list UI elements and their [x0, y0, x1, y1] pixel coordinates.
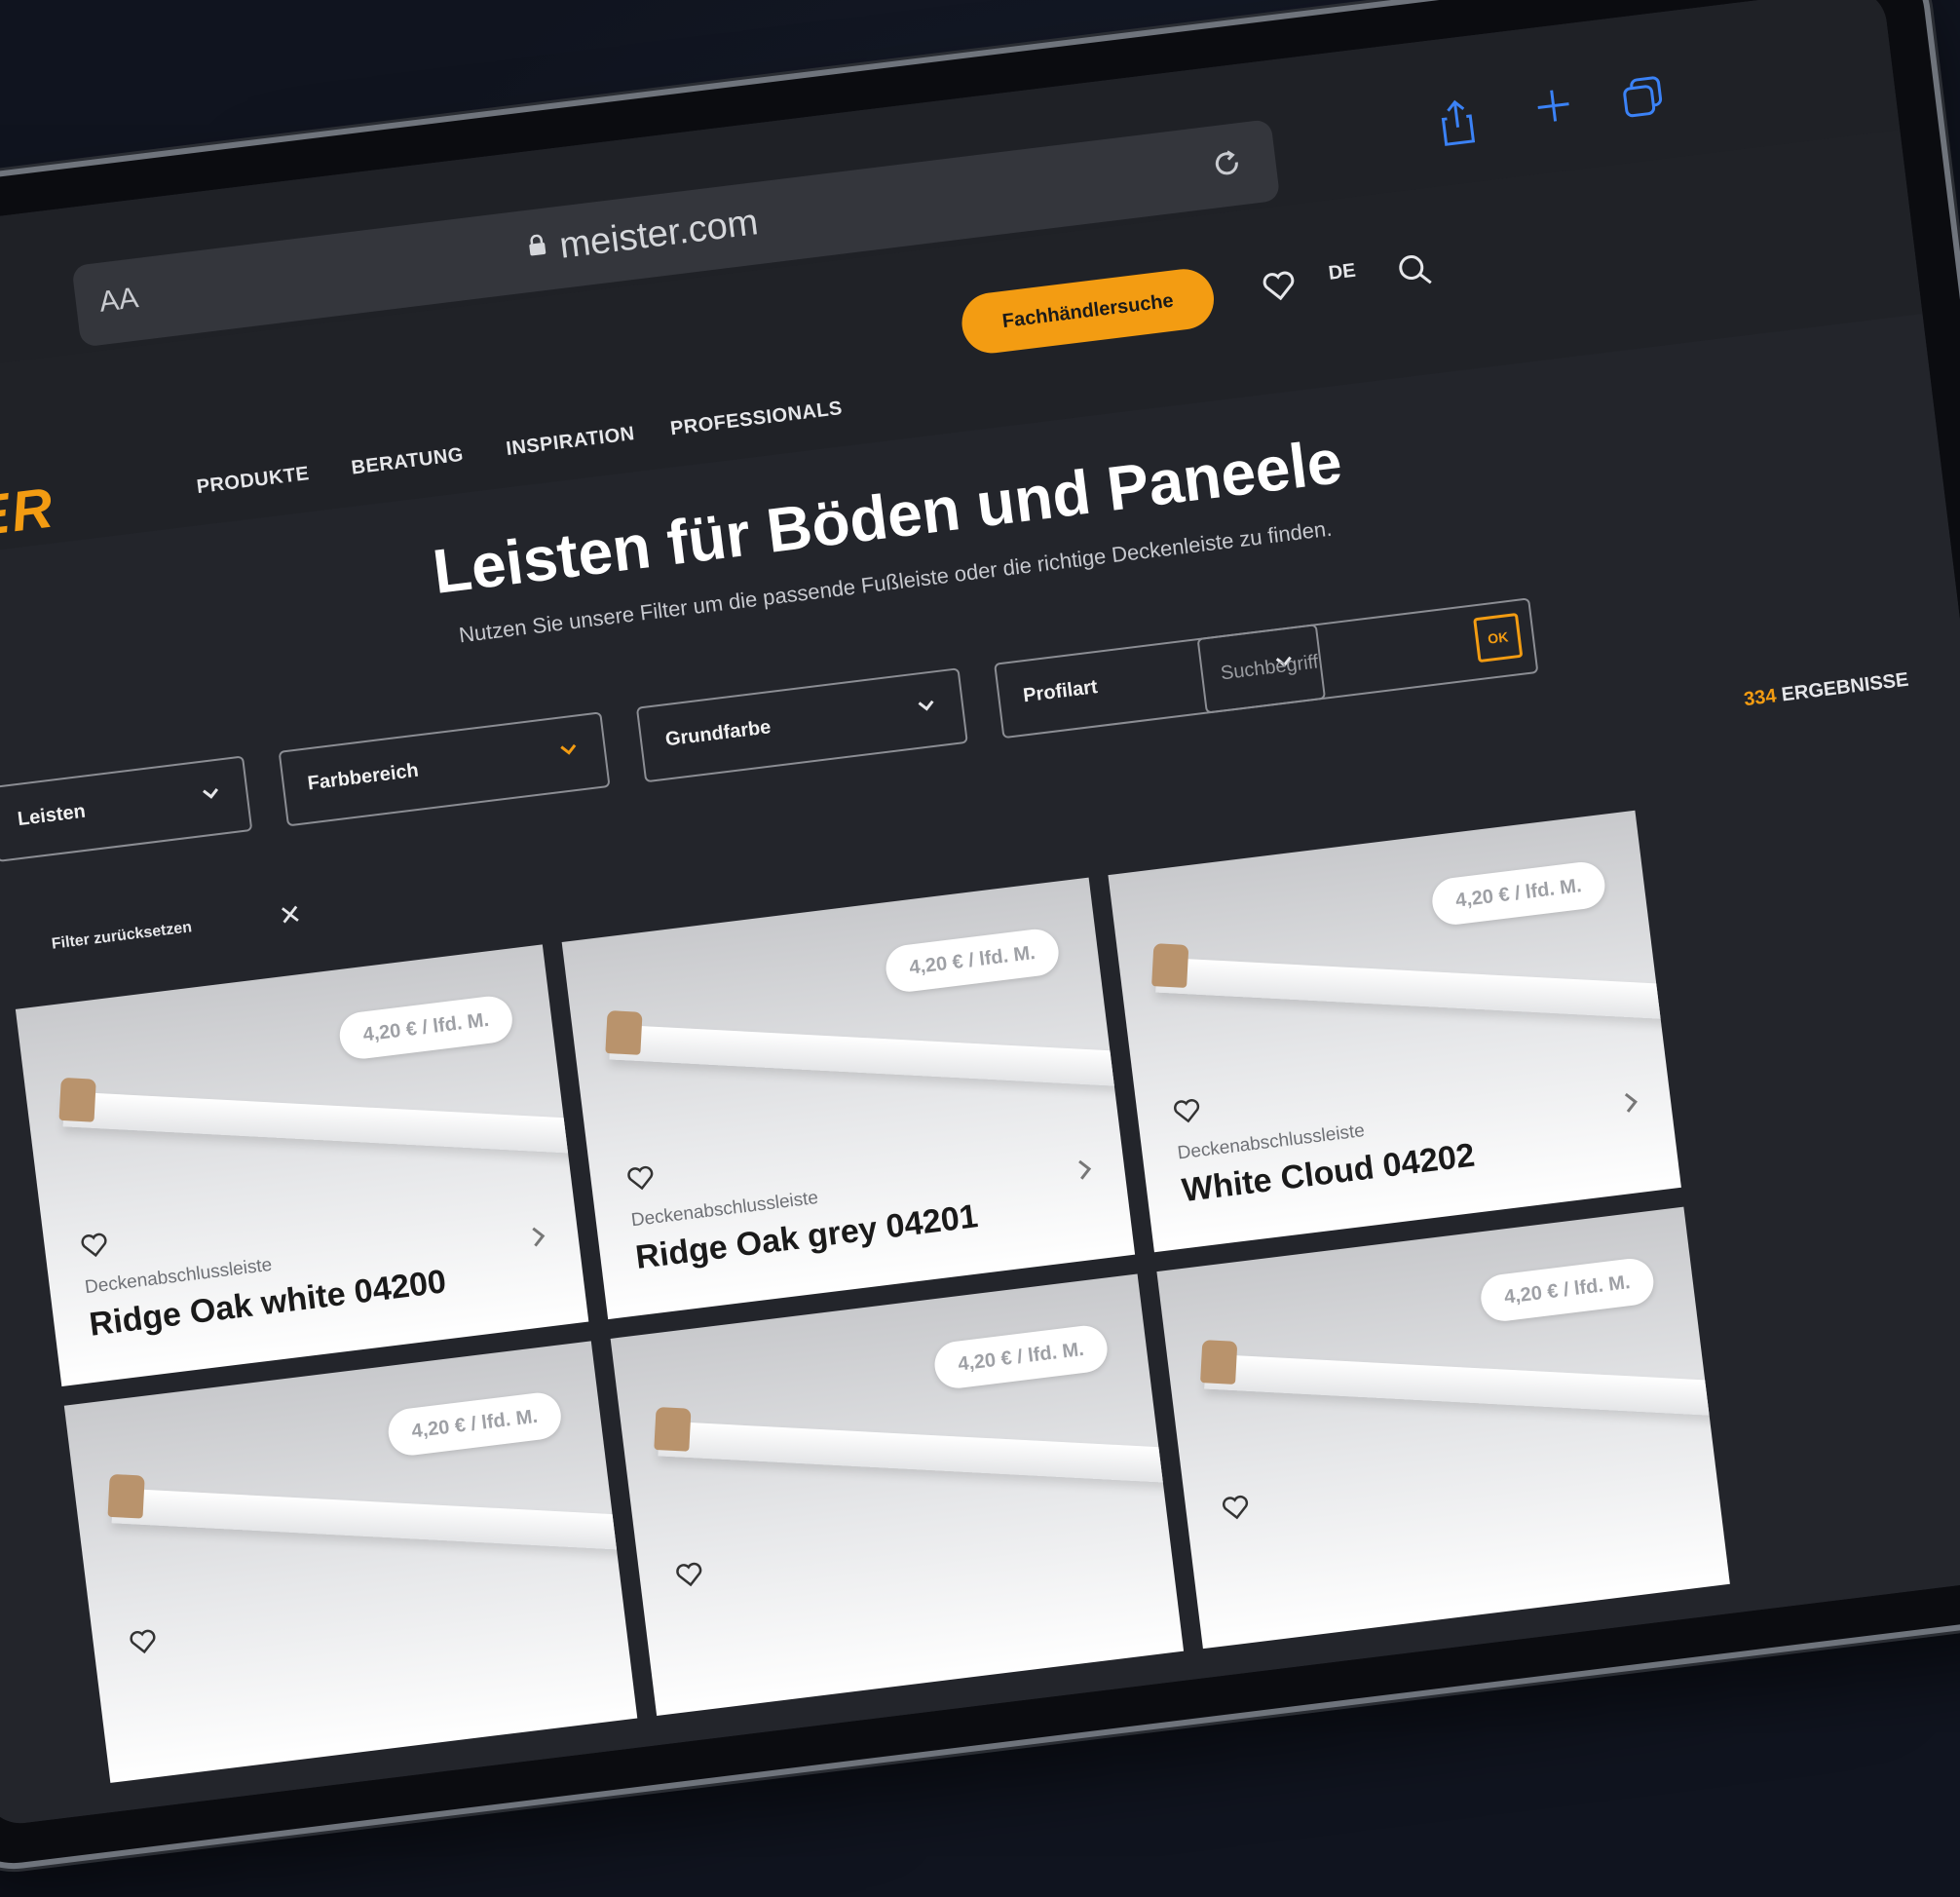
new-tab-icon[interactable]	[1531, 84, 1575, 128]
chevron-down-icon	[203, 788, 219, 799]
results-label: ERGEBNISSE	[1780, 668, 1910, 706]
main-content: Leisten für Böden und Paneele Nutzen Sie…	[0, 313, 1960, 1828]
close-icon[interactable]: ✕	[277, 897, 303, 932]
filter-farbbereich[interactable]: Farbbereich	[278, 711, 611, 827]
reset-filters-link[interactable]: Filter zurücksetzen	[51, 919, 193, 954]
product-grid: 4,20 € / lfd. M. Deckenabschlussleiste R…	[15, 810, 1730, 1783]
search-box: OK	[1196, 597, 1539, 714]
price-badge: 4,20 € / lfd. M.	[883, 927, 1062, 995]
logo[interactable]: TER	[0, 474, 57, 553]
chevron-right-icon[interactable]	[1074, 1156, 1097, 1183]
product-card[interactable]: 4,20 € / lfd. M. Deckenabschlussleiste R…	[15, 944, 589, 1386]
product-image	[111, 1488, 638, 1555]
price-badge: 4,20 € / lfd. M.	[1429, 859, 1608, 928]
filter-label: Farbbereich	[306, 759, 420, 795]
product-image	[1155, 957, 1681, 1024]
language-switch[interactable]: DE	[1328, 260, 1357, 285]
url-text: meister.com	[557, 202, 761, 267]
product-image-cap	[654, 1406, 692, 1452]
filter-label: Grundfarbe	[663, 716, 773, 751]
tablet-screen: AA meister.com TER PRODUKTE BERATUNG INS…	[0, 0, 1960, 1828]
nav-beratung[interactable]: BERATUNG	[350, 444, 465, 480]
favorite-icon[interactable]	[78, 1230, 110, 1260]
text-size-button[interactable]: AA	[97, 282, 140, 320]
chevron-down-icon	[918, 700, 934, 711]
chevron-right-icon[interactable]	[528, 1223, 550, 1250]
price-badge: 4,20 € / lfd. M.	[336, 993, 515, 1062]
tablet-device: AA meister.com TER PRODUKTE BERATUNG INS…	[0, 0, 1960, 1872]
lock-icon	[529, 234, 547, 256]
favorite-icon[interactable]	[624, 1162, 657, 1193]
tabs-icon[interactable]	[1619, 73, 1667, 121]
share-icon[interactable]	[1435, 95, 1480, 149]
filter-label: Profilart	[1022, 676, 1099, 707]
search-icon[interactable]	[1395, 250, 1434, 289]
chevron-down-icon	[560, 743, 577, 755]
search-input[interactable]	[1216, 626, 1448, 695]
product-image	[609, 1024, 1136, 1091]
product-image-cap	[1151, 943, 1189, 988]
product-card[interactable]: 4,20 € / lfd. M. Deckenabschlussleiste R…	[561, 877, 1136, 1320]
product-image-cap	[605, 1009, 643, 1055]
results-count: 334 ERGEBNISSE	[1743, 669, 1910, 712]
filter-grundfarbe[interactable]: Grundfarbe	[635, 667, 968, 783]
search-ok-button[interactable]: OK	[1473, 612, 1524, 664]
reload-icon[interactable]	[1205, 142, 1249, 186]
product-image	[1204, 1353, 1730, 1421]
price-badge: 4,20 € / lfd. M.	[931, 1323, 1111, 1391]
favorite-icon[interactable]	[1220, 1492, 1252, 1522]
product-card[interactable]: 4,20 € / lfd. M. Deckenabschlussleiste W…	[1108, 810, 1681, 1253]
product-card[interactable]: 4,20 € / lfd. M.	[63, 1341, 638, 1783]
price-badge: 4,20 € / lfd. M.	[385, 1389, 564, 1459]
product-image	[658, 1421, 1185, 1488]
chevron-right-icon[interactable]	[1620, 1088, 1642, 1116]
nav-professionals[interactable]: PROFESSIONALS	[669, 398, 844, 440]
nav-inspiration[interactable]: INSPIRATION	[505, 423, 636, 461]
product-card[interactable]: 4,20 € / lfd. M.	[610, 1273, 1185, 1717]
nav-produkte[interactable]: PRODUKTE	[196, 463, 311, 499]
dealer-search-button[interactable]: Fachhändlersuche	[958, 265, 1218, 357]
price-badge: 4,20 € / lfd. M.	[1478, 1256, 1657, 1324]
favorite-icon[interactable]	[673, 1559, 705, 1589]
product-image-cap	[58, 1077, 96, 1122]
heart-icon[interactable]	[1260, 267, 1299, 304]
product-image-cap	[1200, 1340, 1238, 1385]
product-image-cap	[107, 1473, 145, 1519]
filter-label: Leisten	[16, 800, 87, 831]
product-card[interactable]: 4,20 € / lfd. M.	[1156, 1206, 1730, 1650]
favorite-icon[interactable]	[127, 1626, 159, 1656]
filter-leisten[interactable]: Leisten	[0, 755, 253, 862]
product-image	[62, 1091, 589, 1158]
results-number: 334	[1742, 685, 1778, 711]
favorite-icon[interactable]	[1171, 1095, 1203, 1125]
